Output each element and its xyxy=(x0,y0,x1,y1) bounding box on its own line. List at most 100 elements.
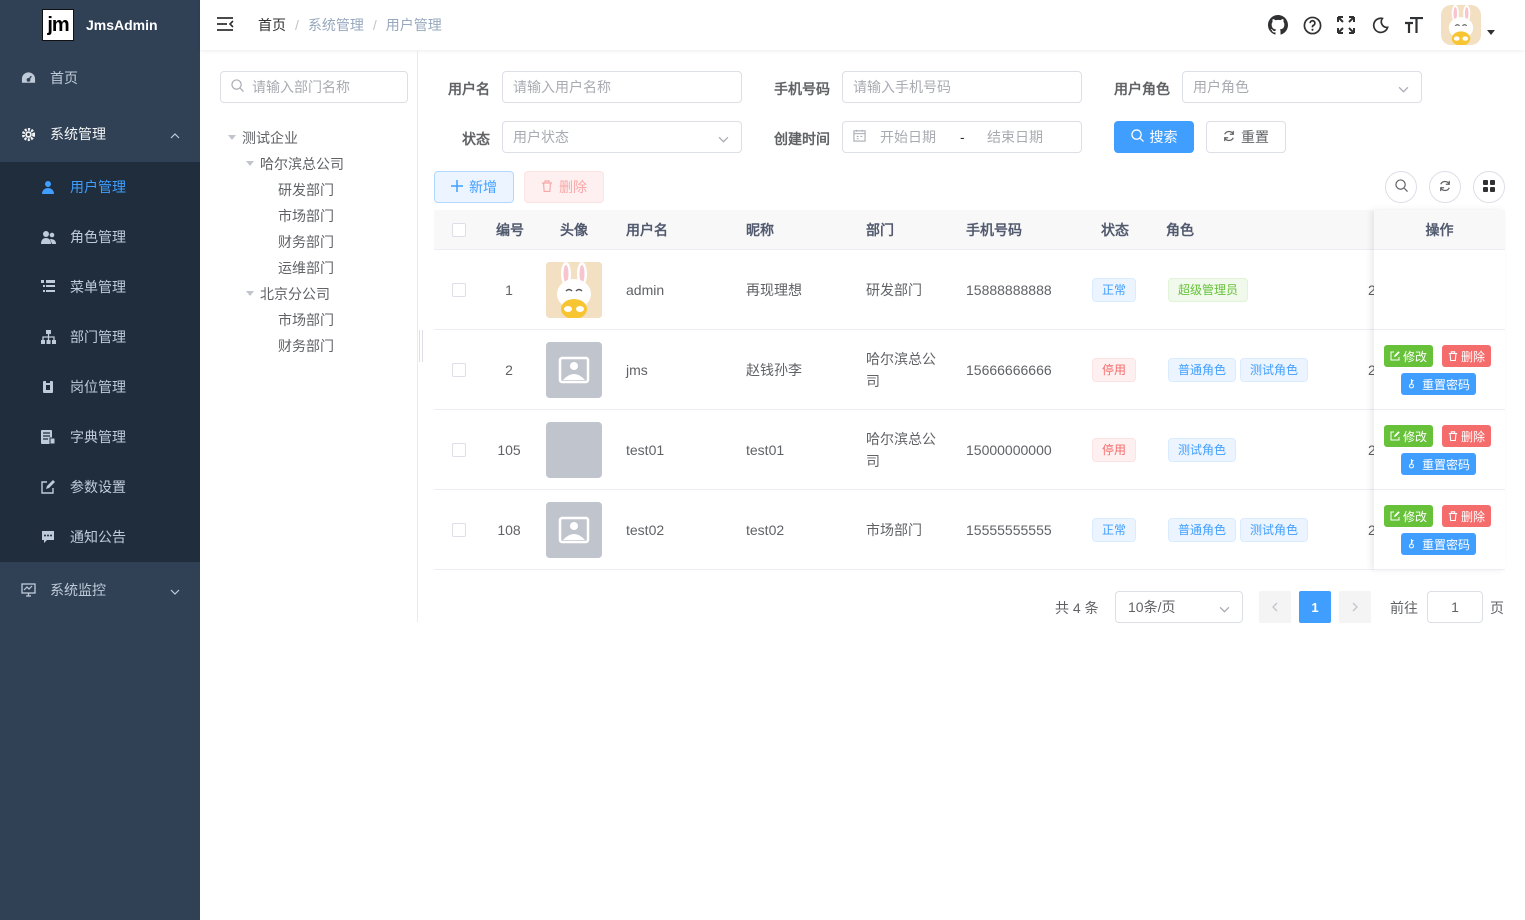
search-button[interactable]: 搜索 xyxy=(1114,121,1194,153)
tree-node[interactable]: 测试企业 xyxy=(220,125,407,151)
resize-handle[interactable] xyxy=(419,330,423,362)
goto-label: 前往 xyxy=(1390,600,1418,616)
ops-cell xyxy=(1374,250,1505,330)
sidebar-item-post-management[interactable]: 岗位管理 xyxy=(0,362,200,412)
logo[interactable]: jm JmsAdmin xyxy=(0,0,200,50)
user-avatar-image[interactable] xyxy=(546,501,602,558)
tree-node-label: 北京分公司 xyxy=(260,286,330,302)
reset-password-button[interactable]: 重置密码 xyxy=(1401,533,1477,555)
app-title: JmsAdmin xyxy=(86,17,158,33)
user-avatar-image[interactable] xyxy=(546,421,602,478)
tree-node[interactable]: 财务部门 xyxy=(220,333,407,359)
sidebar-item-system[interactable]: 系统管理 xyxy=(0,106,200,162)
add-button[interactable]: 新增 xyxy=(434,171,514,203)
github-icon[interactable] xyxy=(1261,0,1295,50)
breadcrumb-separator: / xyxy=(295,17,299,33)
calendar-icon xyxy=(853,129,866,145)
username-input[interactable]: 请输入用户名称 xyxy=(502,71,742,103)
phone-input[interactable]: 请输入手机号码 xyxy=(842,71,1082,103)
table-row[interactable]: 2 jms 赵钱孙李 哈尔滨总公司 15666666666 停用 普通角色 测试角色 2 xyxy=(434,330,1505,410)
search-button-label: 搜索 xyxy=(1149,129,1178,145)
select-all-checkbox[interactable] xyxy=(452,222,466,237)
refresh-button[interactable] xyxy=(1429,171,1461,203)
sidebar-item-menu-management[interactable]: 菜单管理 xyxy=(0,262,200,312)
status-label: 状态 xyxy=(462,131,490,147)
phone-placeholder: 请输入手机号码 xyxy=(853,79,951,95)
sidebar-item-label: 部门管理 xyxy=(70,329,126,345)
goto-page-input[interactable]: 1 xyxy=(1427,591,1483,623)
tree-node[interactable]: 市场部门 xyxy=(220,203,407,229)
sidebar-item-notice[interactable]: 通知公告 xyxy=(0,512,200,562)
user-avatar-dropdown[interactable] xyxy=(1441,5,1495,45)
sidebar-item-dept-management[interactable]: 部门管理 xyxy=(0,312,200,362)
tree-node-label: 测试企业 xyxy=(242,130,298,146)
reset-button[interactable]: 重置 xyxy=(1206,121,1286,153)
tree-node[interactable]: 运维部门 xyxy=(220,255,407,281)
row-checkbox[interactable] xyxy=(452,362,466,377)
prev-page-button[interactable] xyxy=(1259,591,1291,623)
sidebar-item-monitor[interactable]: 系统监控 xyxy=(0,562,200,618)
page-size-select[interactable]: 10条/页 xyxy=(1115,591,1243,623)
delete-button[interactable]: 删除 xyxy=(1442,345,1492,367)
tree-node[interactable]: 北京分公司 xyxy=(220,281,407,307)
table-row[interactable]: 108 test02 test02 市场部门 15555555555 正常 普通角色 测试角色… xyxy=(434,490,1505,570)
edit-button[interactable]: 修改 xyxy=(1384,425,1434,447)
delete-label: 删除 xyxy=(1461,349,1486,364)
cell-dept: 研发部门 xyxy=(866,281,922,298)
logo-mark: jm xyxy=(42,9,74,41)
navbar: 首页 / 系统管理 / 用户管理 xyxy=(200,0,1525,50)
sidebar-item-home[interactable]: 首页 xyxy=(0,50,200,106)
col-ops: 操作 xyxy=(1374,210,1505,250)
delete-button[interactable]: 删除 xyxy=(1442,425,1492,447)
table-row[interactable]: 1 admin 再现理想 研发部门 15888888888 正常 超级管理员 2 xyxy=(434,250,1505,330)
edit-button[interactable]: 修改 xyxy=(1384,505,1434,527)
user-avatar-image[interactable] xyxy=(546,261,602,318)
date-range-picker[interactable]: 开始日期 - 结束日期 xyxy=(842,121,1082,153)
fullscreen-icon[interactable] xyxy=(1329,0,1363,50)
start-date-placeholder: 开始日期 xyxy=(880,129,936,145)
tree-node[interactable]: 研发部门 xyxy=(220,177,407,203)
reset-password-button[interactable]: 重置密码 xyxy=(1401,453,1477,475)
page-number-current[interactable]: 1 xyxy=(1299,591,1331,623)
role-select[interactable]: 用户角色 xyxy=(1182,71,1422,103)
tree-node[interactable]: 哈尔滨总公司 xyxy=(220,151,407,177)
tree-table-icon xyxy=(40,279,56,295)
end-date-placeholder: 结束日期 xyxy=(987,129,1043,145)
user-avatar-image[interactable] xyxy=(546,341,602,398)
sidebar-item-role-management[interactable]: 角色管理 xyxy=(0,212,200,262)
batch-delete-button[interactable]: 删除 xyxy=(524,171,604,203)
edit-button[interactable]: 修改 xyxy=(1384,345,1434,367)
delete-button[interactable]: 删除 xyxy=(1442,505,1492,527)
breadcrumb-home[interactable]: 首页 xyxy=(258,15,286,35)
ops-cell: 修改 删除重置密码 xyxy=(1374,490,1505,570)
help-icon[interactable] xyxy=(1295,0,1329,50)
reset-password-button[interactable]: 重置密码 xyxy=(1401,373,1477,395)
ops-cell: 修改 删除重置密码 xyxy=(1374,330,1505,410)
status-select[interactable]: 用户状态 xyxy=(502,121,742,153)
user-icon xyxy=(40,179,56,195)
chevron-down-icon xyxy=(718,132,729,148)
row-checkbox[interactable] xyxy=(452,442,466,457)
sidebar-item-config[interactable]: 参数设置 xyxy=(0,462,200,512)
dept-search-input[interactable]: 请输入部门名称 xyxy=(220,71,408,103)
tree-node[interactable]: 市场部门 xyxy=(220,307,407,333)
row-checkbox[interactable] xyxy=(452,282,466,297)
hamburger-toggle[interactable] xyxy=(200,0,250,50)
sidebar-item-dict-management[interactable]: 字典管理 xyxy=(0,412,200,462)
breadcrumb-system[interactable]: 系统管理 xyxy=(308,15,364,35)
next-page-button[interactable] xyxy=(1339,591,1371,623)
status-badge: 停用 xyxy=(1092,357,1137,382)
row-checkbox[interactable] xyxy=(452,522,466,537)
dark-mode-icon[interactable] xyxy=(1363,0,1397,50)
columns-button[interactable] xyxy=(1473,171,1505,203)
cell-phone: 15000000000 xyxy=(966,441,1052,458)
table-row[interactable]: 105 test01 test01 哈尔滨总公司 15000000000 停用 测试角色 2 xyxy=(434,410,1505,490)
key-icon xyxy=(1408,539,1415,549)
sidebar-item-user-management[interactable]: 用户管理 xyxy=(0,162,200,212)
status-badge: 停用 xyxy=(1092,437,1137,462)
tree-node[interactable]: 财务部门 xyxy=(220,229,407,255)
sidebar-item-label: 通知公告 xyxy=(70,529,126,545)
font-size-icon[interactable] xyxy=(1397,0,1431,50)
delete-button-label: 删除 xyxy=(559,179,587,195)
toggle-search-button[interactable] xyxy=(1385,171,1417,203)
